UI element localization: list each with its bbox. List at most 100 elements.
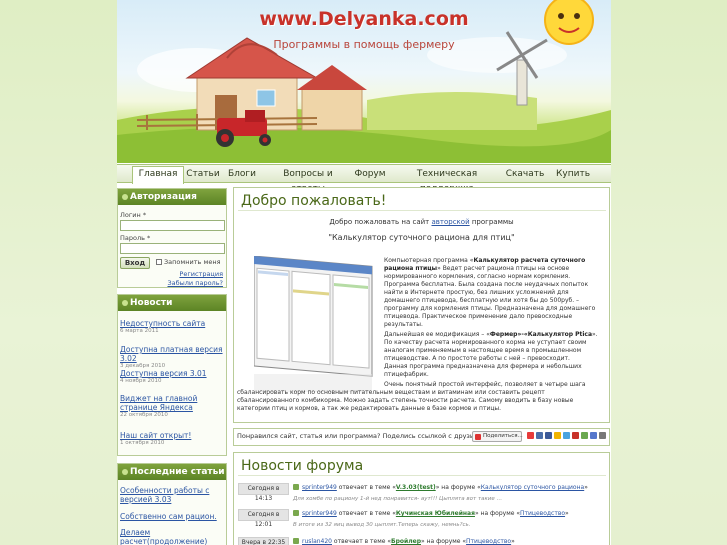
social-icon-7[interactable] bbox=[581, 432, 588, 439]
p2-prefix: Дальнейшая ее модификация – « bbox=[384, 331, 490, 338]
latest-articles-title: Последние статьи bbox=[130, 467, 225, 477]
forum-post-end: » bbox=[584, 484, 588, 491]
forum-post-row: Вчера в 22:35 ruslan420 отвечает в теме … bbox=[238, 537, 606, 545]
login-input[interactable] bbox=[120, 220, 225, 231]
forgot-password-link[interactable]: Забыли пароль? bbox=[167, 279, 223, 287]
social-icon-8[interactable] bbox=[590, 432, 597, 439]
program-description-1: Компьютерная программа «Калькулятор расч… bbox=[384, 257, 606, 329]
news-item-date: 1 октября 2010 bbox=[120, 440, 165, 446]
social-icon-3[interactable] bbox=[545, 432, 552, 439]
forum-link[interactable]: Калькулятор суточного рациона bbox=[481, 484, 584, 491]
p2-extra: Данная программа предназначена для ферме… bbox=[384, 363, 582, 378]
article-link[interactable]: Собственно сам рацион. bbox=[120, 512, 224, 521]
forum-user-link[interactable]: sprinter949 bbox=[302, 484, 337, 491]
news-item-link[interactable]: Доступна платная версия 3.02 bbox=[120, 345, 224, 363]
welcome-intro: Добро пожаловать на сайт авторской прогр… bbox=[234, 218, 609, 226]
intro-text: Добро пожаловать на сайт bbox=[329, 218, 432, 226]
forum-user-link[interactable]: sprinter949 bbox=[302, 510, 337, 517]
forum-post-end: » bbox=[511, 538, 515, 545]
news-item: Доступна платная версия 3.02 3 декабря 20… bbox=[120, 345, 224, 369]
forum-post-text: ruslan420 отвечает в теме «Бройлер» на ф… bbox=[293, 538, 515, 545]
nav-item-download[interactable]: Скачать bbox=[505, 167, 545, 182]
p2-bold: Фермер»-«Калькулятор Ptica bbox=[489, 331, 592, 338]
share-button-label: Поделиться... bbox=[483, 433, 523, 439]
login-button[interactable]: Вход bbox=[120, 257, 150, 269]
forum-topic-link[interactable]: Кучинская Юбилейная bbox=[396, 510, 475, 517]
forum-post-mid: отвечает в теме « bbox=[332, 538, 392, 545]
forum-topic-link[interactable]: V.3.03(test) bbox=[396, 484, 436, 491]
news-item-link[interactable]: Виджет на главной странице Яндекса bbox=[120, 394, 224, 412]
forum-post-date: Сегодня в 12:01 bbox=[238, 509, 289, 528]
forum-post-text: sprinter949 отвечает в теме «V.3.03(test… bbox=[293, 484, 588, 491]
main-nav: Главная Статьи Блоги Вопросы и ответы Фо… bbox=[117, 164, 611, 194]
social-icon-6[interactable] bbox=[572, 432, 579, 439]
latest-articles-header: Последние статьи bbox=[118, 464, 226, 480]
article-item: Особенности работы с версией 3.03 bbox=[120, 486, 224, 504]
nav-item-articles[interactable]: Статьи bbox=[185, 167, 221, 182]
article-link[interactable]: Делаем расчет(продолжение) bbox=[120, 528, 224, 545]
intro-link[interactable]: авторской bbox=[431, 218, 469, 226]
forum-post-text: sprinter949 отвечает в теме «Кучинская Ю… bbox=[293, 510, 569, 517]
intro-text-end: программы bbox=[469, 218, 514, 226]
nav-item-buy[interactable]: Купить bbox=[553, 167, 593, 182]
share-text: Понравился сайт, статья или программа? П… bbox=[237, 432, 493, 440]
site-title[interactable]: www.Delyanka.com bbox=[117, 8, 611, 30]
program-screenshot bbox=[254, 256, 373, 392]
nav-item-blogs[interactable]: Блоги bbox=[225, 167, 259, 182]
social-icon-4[interactable] bbox=[554, 432, 561, 439]
social-icon-2[interactable] bbox=[536, 432, 543, 439]
forum-news-box: Новости форума Сегодня в 14:13 sprinter9… bbox=[233, 452, 610, 545]
news-item: Недоступность сайта 6 марта 2011 bbox=[120, 319, 224, 334]
forum-link[interactable]: Птицеводство bbox=[520, 510, 565, 517]
news-item-link[interactable]: Доступна версия 3.01 bbox=[120, 369, 224, 378]
post-icon bbox=[293, 484, 299, 490]
forum-user-link[interactable]: ruslan420 bbox=[302, 538, 332, 545]
register-link[interactable]: Регистрация bbox=[179, 270, 223, 278]
article-link[interactable]: Особенности работы с версией 3.03 bbox=[120, 486, 224, 504]
share-button[interactable]: Поделиться... bbox=[472, 431, 523, 442]
news-item-link[interactable]: Недоступность сайта bbox=[120, 319, 224, 328]
news-box: Новости Недоступность сайта 6 марта 2011 … bbox=[117, 294, 227, 456]
bullet-icon bbox=[122, 300, 128, 306]
forum-post-mid2: » на форуме « bbox=[474, 510, 520, 517]
welcome-title: Добро пожаловать! bbox=[238, 191, 606, 211]
forum-post-mid2: » на форуме « bbox=[435, 484, 481, 491]
article-item: Собственно сам рацион. bbox=[120, 512, 224, 521]
bullet-icon bbox=[122, 469, 128, 475]
forum-post-row: Сегодня в 14:13 sprinter949 отвечает в т… bbox=[238, 483, 606, 508]
auth-box: Авторизация Логин * Пароль * Вход Запомн… bbox=[117, 188, 227, 288]
social-icon-5[interactable] bbox=[563, 432, 570, 439]
nav-item-home[interactable]: Главная bbox=[132, 166, 184, 184]
bullet-icon bbox=[122, 194, 128, 200]
social-icon-9[interactable] bbox=[599, 432, 606, 439]
forum-link[interactable]: Птицеводство bbox=[466, 538, 511, 545]
nav-item-support[interactable]: Техническая поддержка bbox=[397, 167, 497, 194]
nav-item-qa[interactable]: Вопросы и ответы bbox=[266, 167, 350, 194]
p1-rest: » Ведет расчет рациона птицы на основе н… bbox=[384, 265, 596, 328]
auth-header: Авторизация bbox=[118, 189, 226, 205]
forum-post-quote: Для хомбе по рациону 1-й нед понравится-… bbox=[293, 496, 503, 502]
forum-post-date: Сегодня в 14:13 bbox=[238, 483, 289, 502]
forum-post-mid: отвечает в теме « bbox=[336, 510, 396, 517]
news-item-link[interactable]: Наш сайт открыт! bbox=[120, 431, 224, 440]
welcome-box: Добро пожаловать! Добро пожаловать на са… bbox=[233, 187, 610, 423]
login-label: Логин * bbox=[120, 211, 147, 219]
post-icon bbox=[293, 510, 299, 516]
remember-label: Запомнить меня bbox=[164, 258, 221, 266]
forum-post-end: » bbox=[565, 510, 569, 517]
latest-articles-box: Последние статьи Особенности работы с ве… bbox=[117, 463, 227, 545]
p1-prefix: Компьютерная программа « bbox=[384, 257, 474, 264]
site-header-banner: www.Delyanka.com Программы в помощь ферм… bbox=[117, 0, 611, 163]
post-icon bbox=[293, 538, 299, 544]
forum-post-mid: отвечает в теме « bbox=[336, 484, 396, 491]
nav-item-forum[interactable]: Форум bbox=[353, 167, 387, 182]
forum-topic-link[interactable]: Бройлер bbox=[391, 538, 421, 545]
social-icon-1[interactable] bbox=[527, 432, 534, 439]
forum-post-row: Сегодня в 12:01 sprinter949 отвечает в т… bbox=[238, 509, 606, 534]
password-input[interactable] bbox=[120, 243, 225, 254]
remember-checkbox[interactable] bbox=[156, 259, 162, 265]
auth-title: Авторизация bbox=[130, 192, 197, 202]
news-item: Виджет на главной странице Яндекса 22 окт… bbox=[120, 394, 224, 418]
page: www.Delyanka.com Программы в помощь ферм… bbox=[117, 0, 611, 545]
news-item-date: 6 марта 2011 bbox=[120, 328, 159, 334]
